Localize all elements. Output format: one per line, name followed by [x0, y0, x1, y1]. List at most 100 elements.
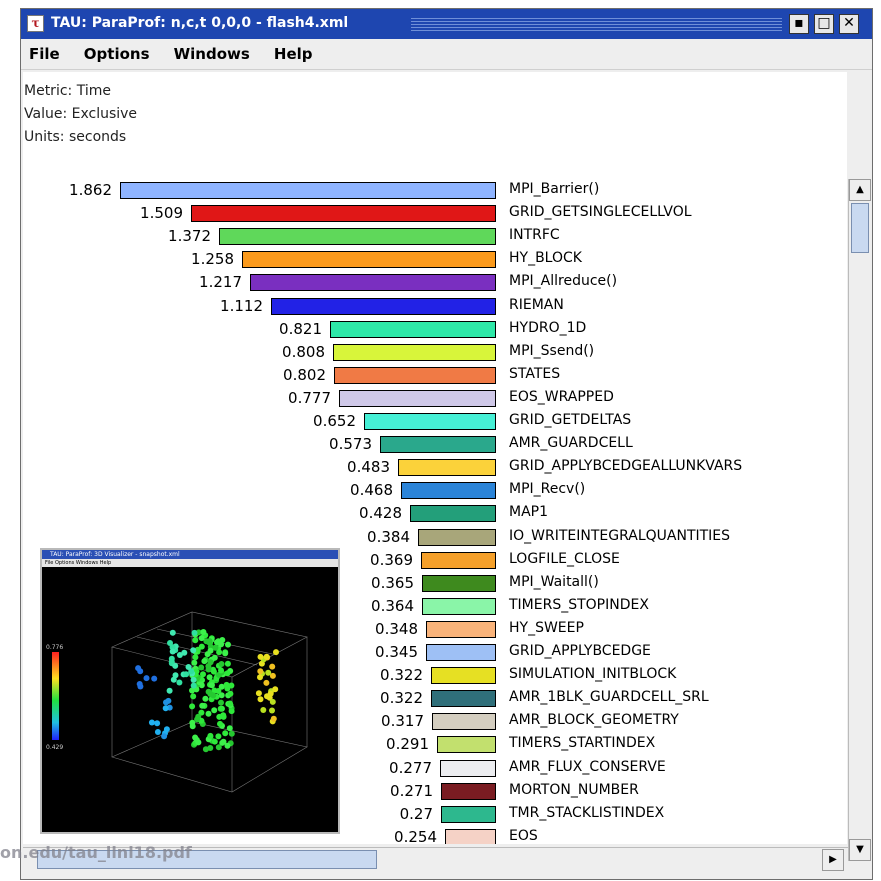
function-value: 0.821 [279, 319, 322, 338]
function-bar[interactable] [120, 182, 496, 199]
metric-label: Metric: Time [24, 83, 111, 99]
scatter-point [169, 648, 176, 655]
function-bar[interactable] [440, 759, 496, 777]
function-bar[interactable] [441, 805, 496, 823]
function-value: 0.277 [389, 758, 432, 777]
function-row[interactable]: 0.652 GRID_GETDELTAS [23, 410, 847, 433]
scatter-point [220, 712, 227, 719]
function-bar[interactable] [431, 667, 496, 685]
scatter-point [227, 700, 233, 707]
function-bar[interactable] [334, 366, 496, 384]
function-value: 1.509 [140, 204, 183, 223]
window-title: TAU: ParaProf: n,c,t 0,0,0 - flash4.xml [51, 15, 349, 31]
close-icon[interactable]: ✕ [839, 14, 859, 34]
function-bar[interactable] [410, 505, 496, 523]
menu-file[interactable]: File [29, 39, 60, 69]
scatter-point [217, 705, 224, 712]
scatter-point [207, 647, 214, 654]
function-name: AMR_BLOCK_GEOMETRY [509, 712, 679, 729]
color-scale-bar [52, 652, 59, 740]
function-bar[interactable] [426, 620, 496, 638]
function-row[interactable]: 0.821 HYDRO_1D [23, 318, 847, 341]
scatter-point [148, 719, 155, 726]
menu-options[interactable]: Options [84, 39, 150, 69]
scatter-point [224, 660, 231, 667]
minimize-icon[interactable]: ▪ [789, 14, 809, 34]
function-name: AMR_FLUX_CONSERVE [509, 758, 666, 775]
function-row[interactable]: 1.217 MPI_Allreduce() [23, 271, 847, 294]
function-value: 1.862 [69, 181, 112, 199]
function-bar[interactable] [271, 297, 496, 315]
scatter-point [228, 708, 235, 715]
scatter-point [260, 707, 267, 713]
scatter-point [190, 682, 197, 689]
metric-info: Metric: Time Value: Exclusive Units: sec… [24, 80, 137, 149]
maximize-icon[interactable]: □ [814, 14, 834, 34]
function-value: 0.254 [394, 827, 437, 844]
function-row[interactable]: 0.808 MPI_Ssend() [23, 341, 847, 364]
menu-windows[interactable]: Windows [174, 39, 250, 69]
function-bar[interactable] [426, 644, 496, 661]
function-bar[interactable] [422, 574, 496, 592]
function-bar[interactable] [380, 436, 496, 454]
function-row[interactable]: 1.372 INTRFC [23, 225, 847, 248]
scroll-right-icon[interactable]: ▶ [822, 849, 844, 871]
scroll-up-icon[interactable]: ▲ [849, 179, 871, 201]
function-bar[interactable] [364, 413, 496, 430]
function-bar[interactable] [330, 320, 496, 338]
function-bar[interactable] [418, 528, 496, 546]
function-value: 0.317 [381, 712, 424, 731]
scroll-down-icon[interactable]: ▼ [849, 839, 871, 861]
function-row[interactable]: 0.428 MAP1 [23, 502, 847, 525]
vertical-scrollbar[interactable]: ▲ ▼ [848, 179, 871, 861]
function-row[interactable]: 1.509 GRID_GETSINGLECELLVOL [23, 202, 847, 225]
title-bar[interactable]: τ TAU: ParaProf: n,c,t 0,0,0 - flash4.xm… [21, 9, 872, 39]
scatter-point [273, 649, 279, 656]
function-row[interactable]: 0.468 MPI_Recv() [23, 479, 847, 502]
function-value: 0.27 [399, 804, 433, 823]
scatter-point [211, 707, 218, 714]
function-name: MPI_Ssend() [509, 342, 595, 359]
function-name: SIMULATION_INITBLOCK [509, 666, 677, 683]
function-bar[interactable] [191, 205, 496, 223]
function-name: MORTON_NUMBER [509, 781, 639, 798]
function-bar[interactable] [431, 690, 496, 708]
function-bar[interactable] [437, 736, 496, 754]
function-name: GRID_GETSINGLECELLVOL [509, 204, 692, 221]
function-bar[interactable] [250, 274, 496, 292]
function-name: AMR_1BLK_GUARDCELL_SRL [509, 689, 709, 706]
scatter-point [176, 679, 183, 686]
function-bar[interactable] [422, 597, 496, 615]
function-row[interactable]: 0.777 EOS_WRAPPED [23, 387, 847, 410]
function-bar[interactable] [333, 343, 496, 361]
function-bar[interactable] [432, 713, 496, 731]
vertical-scroll-thumb[interactable] [851, 203, 869, 253]
function-bar[interactable] [445, 828, 496, 844]
menu-help[interactable]: Help [274, 39, 313, 69]
function-bar[interactable] [421, 551, 496, 569]
function-bar[interactable] [219, 228, 496, 246]
scatter-point [200, 629, 207, 635]
function-value: 1.258 [191, 250, 234, 269]
scatter-point [222, 650, 229, 657]
function-bar[interactable] [401, 482, 496, 500]
function-value: 0.573 [329, 435, 372, 454]
function-row[interactable]: 1.258 HY_BLOCK [23, 248, 847, 271]
function-bar[interactable] [339, 389, 496, 407]
function-name: STATES [509, 365, 561, 382]
function-row[interactable]: 1.112 RIEMAN [23, 295, 847, 318]
function-bar[interactable] [398, 459, 496, 477]
function-value: 0.348 [375, 619, 418, 638]
scatter-point [269, 663, 276, 670]
function-row[interactable]: 0.573 AMR_GUARDCELL [23, 433, 847, 456]
scatter-point [163, 726, 170, 733]
function-name: HY_BLOCK [509, 250, 582, 267]
function-row[interactable]: 1.862 MPI_Barrier() [23, 179, 847, 202]
function-row[interactable]: 0.802 STATES [23, 364, 847, 387]
function-bar[interactable] [441, 782, 496, 800]
function-row[interactable]: 0.483 GRID_APPLYBCEDGEALLUNKVARS [23, 456, 847, 479]
scatter-point [191, 659, 198, 666]
function-row[interactable]: 0.384 IO_WRITEINTEGRALQUANTITIES [23, 526, 847, 549]
scatter-point [215, 733, 222, 740]
function-bar[interactable] [242, 251, 496, 269]
